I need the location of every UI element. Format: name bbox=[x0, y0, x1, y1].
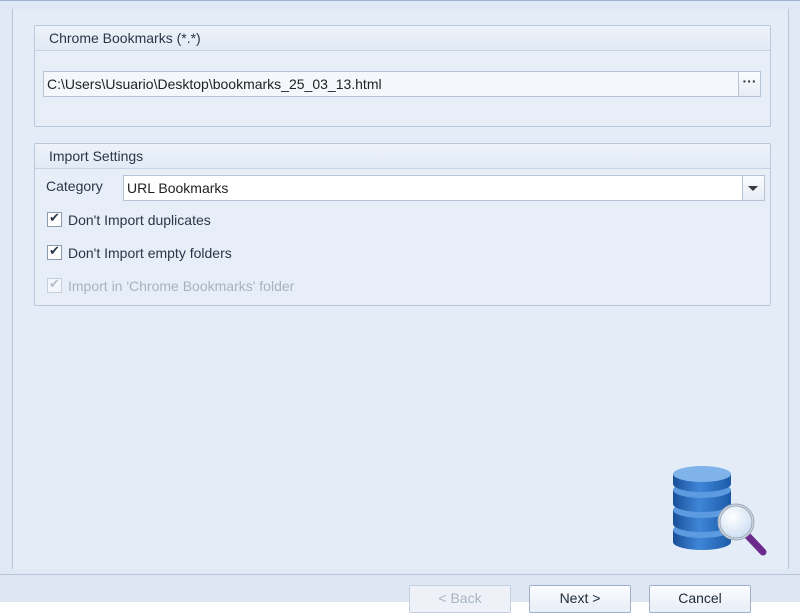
import-settings-title: Import Settings bbox=[35, 144, 770, 169]
category-label: Category bbox=[46, 178, 103, 194]
checkbox-skip-empty-folders[interactable]: ✔ bbox=[47, 243, 62, 260]
category-selected-value: URL Bookmarks bbox=[127, 180, 229, 196]
checkbox-import-in-folder: ✔ bbox=[47, 276, 62, 293]
chevron-down-icon bbox=[748, 186, 758, 191]
checkbox-skip-duplicates[interactable]: ✔ bbox=[47, 210, 62, 227]
file-path-value: C:\Users\Usuario\Desktop\bookmarks_25_03… bbox=[47, 76, 382, 92]
next-button[interactable]: Next > bbox=[529, 585, 631, 613]
file-path-input[interactable]: C:\Users\Usuario\Desktop\bookmarks_25_03… bbox=[43, 71, 739, 97]
import-wizard-window: Chrome Bookmarks (*.*) C:\Users\Usuario\… bbox=[0, 0, 800, 613]
back-button[interactable]: < Back bbox=[409, 585, 511, 613]
checkmark-icon: ✔ bbox=[49, 276, 60, 291]
source-file-group: Chrome Bookmarks (*.*) C:\Users\Usuario\… bbox=[34, 25, 771, 127]
cancel-button[interactable]: Cancel bbox=[649, 585, 751, 613]
wizard-footer: < Back Next > Cancel bbox=[0, 574, 800, 613]
browse-button[interactable]: ··· bbox=[738, 71, 761, 97]
checkmark-icon: ✔ bbox=[49, 243, 60, 258]
option-label: Import in 'Chrome Bookmarks' folder bbox=[68, 278, 295, 294]
option-label: Don't Import duplicates bbox=[68, 212, 211, 228]
import-settings-group: Import Settings Category URL Bookmarks ✔… bbox=[34, 143, 771, 306]
category-select[interactable]: URL Bookmarks bbox=[123, 175, 743, 201]
database-search-icon bbox=[673, 466, 767, 556]
category-dropdown-button[interactable] bbox=[742, 175, 765, 201]
source-file-group-title: Chrome Bookmarks (*.*) bbox=[35, 26, 770, 51]
wizard-page: Chrome Bookmarks (*.*) C:\Users\Usuario\… bbox=[12, 9, 789, 569]
option-label: Don't Import empty folders bbox=[68, 245, 232, 261]
checkmark-icon: ✔ bbox=[49, 210, 60, 225]
